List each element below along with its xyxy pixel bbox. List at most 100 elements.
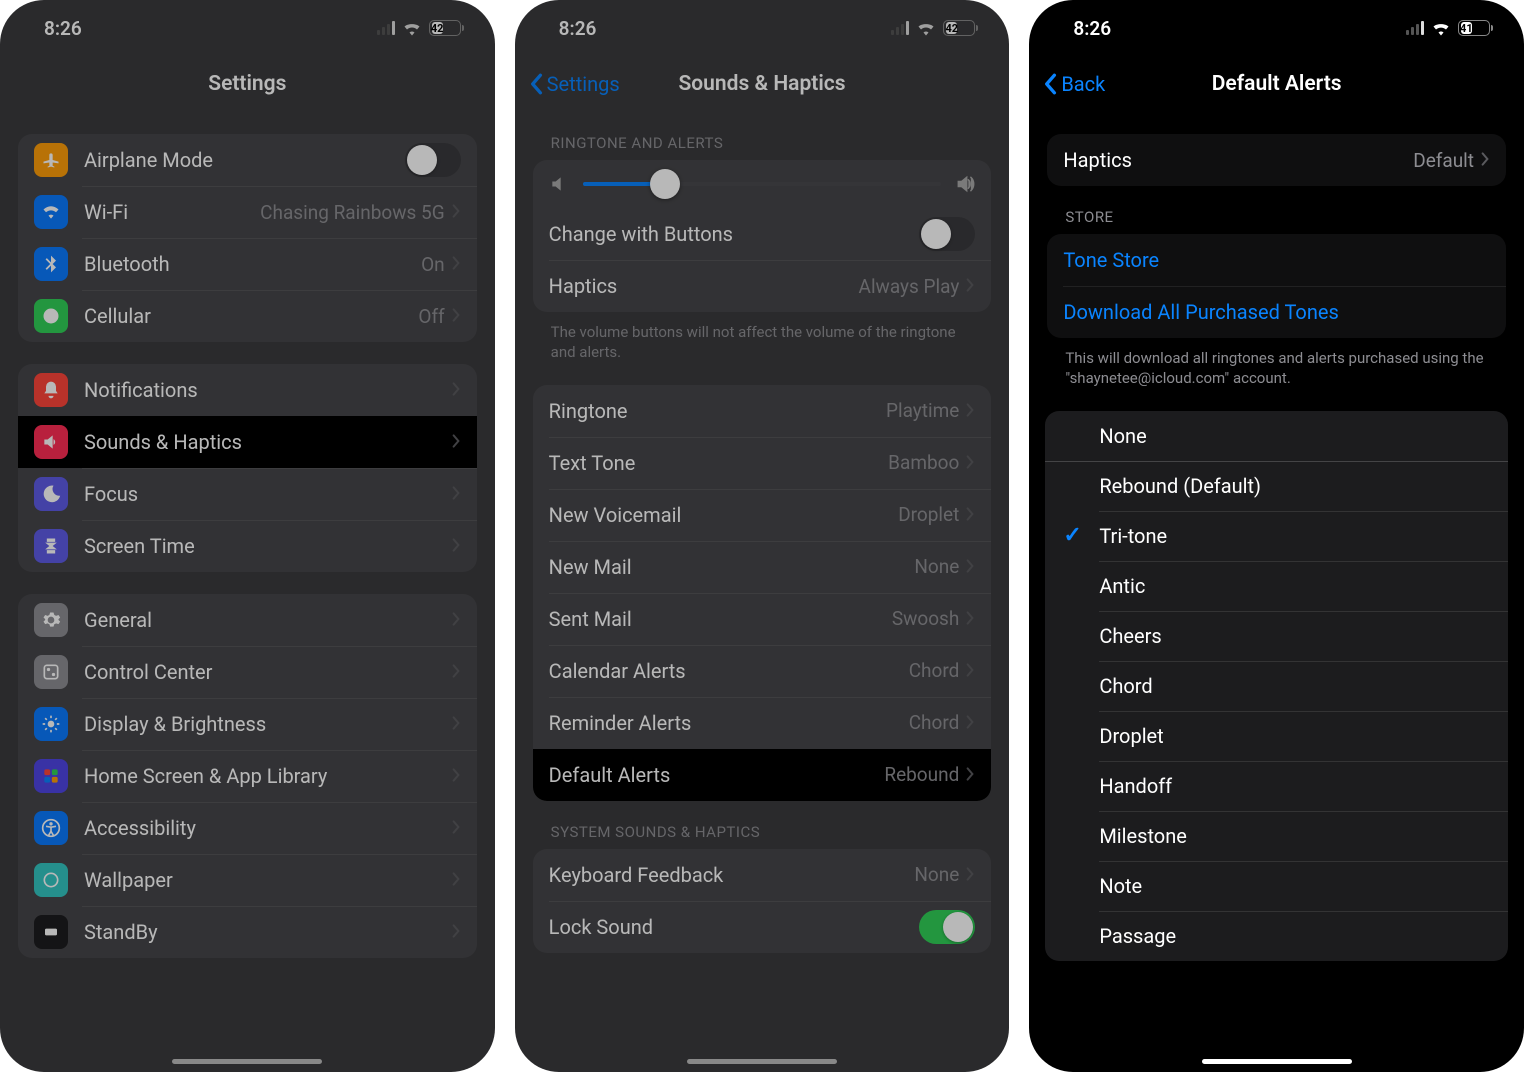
controlcenter-icon [34,655,68,689]
chevron-right-icon [965,555,975,579]
row-lock-sound[interactable]: Lock Sound [533,901,992,953]
tone-chord[interactable]: Chord [1045,661,1508,711]
status-time: 8:26 [559,17,597,40]
back-button[interactable]: Settings [529,72,620,96]
status-time: 8:26 [1073,17,1111,40]
tone-tri-tone[interactable]: ✓Tri-tone [1045,511,1508,561]
toggle[interactable] [405,143,461,177]
focus-icon [34,477,68,511]
notifications-icon [34,373,68,407]
chevron-right-icon [965,863,975,887]
page-title: Settings [208,72,286,96]
chevron-right-icon [965,711,975,735]
row-wallpaper[interactable]: Wallpaper [18,854,477,906]
row-default-alerts[interactable]: Default AlertsRebound [533,749,992,801]
tone-rebound-default-[interactable]: Rebound (Default) [1045,461,1508,511]
display-icon [34,707,68,741]
toggle[interactable] [919,910,975,944]
chevron-right-icon [451,304,461,328]
chevron-right-icon [965,274,975,298]
row-new-mail[interactable]: New MailNone [533,541,992,593]
chevron-right-icon [451,920,461,944]
standby-icon [34,915,68,949]
volume-high-icon [955,174,975,194]
chevron-right-icon [451,200,461,224]
battery-icon: 42 [429,20,461,36]
chevron-right-icon [965,399,975,423]
back-button[interactable]: Back [1043,72,1105,96]
row-notifications[interactable]: Notifications [18,364,477,416]
row-ringtone[interactable]: RingtonePlaytime [533,385,992,437]
chevron-right-icon [965,763,975,787]
airplane-icon [34,143,68,177]
row-general[interactable]: General [18,594,477,646]
screen-default-alerts: 8:26 41 Back Default Alerts Haptics Defa… [1029,0,1524,1072]
row-keyboard-feedback[interactable]: Keyboard FeedbackNone [533,849,992,901]
change-with-buttons-row[interactable]: Change with Buttons [533,208,992,260]
tone-note[interactable]: Note [1045,861,1508,911]
row-standby[interactable]: StandBy [18,906,477,958]
row-screen-time[interactable]: Screen Time [18,520,477,572]
tone-none[interactable]: None [1045,411,1508,461]
bluetooth-icon [34,247,68,281]
cellular-icon [34,299,68,333]
chevron-right-icon [451,252,461,276]
row-reminder-alerts[interactable]: Reminder AlertsChord [533,697,992,749]
section-header-ringtone: RINGTONE AND ALERTS [533,134,992,160]
haptics-row[interactable]: Haptics Default [1047,134,1506,186]
battery-icon: 42 [943,20,975,36]
chevron-right-icon [451,430,461,454]
chevron-right-icon [965,607,975,631]
row-accessibility[interactable]: Accessibility [18,802,477,854]
sounds-icon [34,425,68,459]
row-focus[interactable]: Focus [18,468,477,520]
row-sent-mail[interactable]: Sent MailSwoosh [533,593,992,645]
chevron-right-icon [1480,148,1490,172]
nav-bar: Back Default Alerts [1029,56,1524,112]
tone-droplet[interactable]: Droplet [1045,711,1508,761]
home-indicator[interactable] [1202,1059,1352,1064]
row-calendar-alerts[interactable]: Calendar AlertsChord [533,645,992,697]
homescreen-icon [34,759,68,793]
row-sounds-haptics[interactable]: Sounds & Haptics [18,416,477,468]
status-bar: 8:26 42 [515,0,1010,56]
wifi-icon [34,195,68,229]
row-text-tone[interactable]: Text ToneBamboo [533,437,992,489]
chevron-right-icon [965,451,975,475]
tone-milestone[interactable]: Milestone [1045,811,1508,861]
chevron-right-icon [451,608,461,632]
section-header-system: SYSTEM SOUNDS & HAPTICS [533,823,992,849]
chevron-right-icon [451,816,461,840]
nav-bar: Settings [0,56,495,112]
volume-footer: The volume buttons will not affect the v… [533,312,992,363]
row-wi-fi[interactable]: Wi-FiChasing Rainbows 5G [18,186,477,238]
row-bluetooth[interactable]: BluetoothOn [18,238,477,290]
tone-passage[interactable]: Passage [1045,911,1508,961]
signal-icon [1406,21,1424,35]
row-airplane-mode[interactable]: Airplane Mode [18,134,477,186]
tone-antic[interactable]: Antic [1045,561,1508,611]
wifi-icon [916,20,936,36]
check-icon: ✓ [1063,523,1081,548]
tone-handoff[interactable]: Handoff [1045,761,1508,811]
signal-icon [891,21,909,35]
change-with-buttons-toggle[interactable] [919,217,975,251]
haptics-row[interactable]: Haptics Always Play [533,260,992,312]
row-control-center[interactable]: Control Center [18,646,477,698]
tone-cheers[interactable]: Cheers [1045,611,1508,661]
chevron-right-icon [451,482,461,506]
row-download-all-purchased-tones[interactable]: Download All Purchased Tones [1047,286,1506,338]
chevron-left-icon [529,73,543,95]
row-home-screen-app-library[interactable]: Home Screen & App Library [18,750,477,802]
wifi-icon [402,20,422,36]
row-display-brightness[interactable]: Display & Brightness [18,698,477,750]
row-tone-store[interactable]: Tone Store [1047,234,1506,286]
screen-settings: 8:26 42 Settings Airplane ModeWi-FiChasi… [0,0,495,1072]
store-footer: This will download all ringtones and ale… [1047,338,1506,389]
volume-slider[interactable] [583,182,942,186]
home-indicator[interactable] [687,1059,837,1064]
row-cellular[interactable]: CellularOff [18,290,477,342]
chevron-right-icon [451,378,461,402]
row-new-voicemail[interactable]: New VoicemailDroplet [533,489,992,541]
home-indicator[interactable] [172,1059,322,1064]
